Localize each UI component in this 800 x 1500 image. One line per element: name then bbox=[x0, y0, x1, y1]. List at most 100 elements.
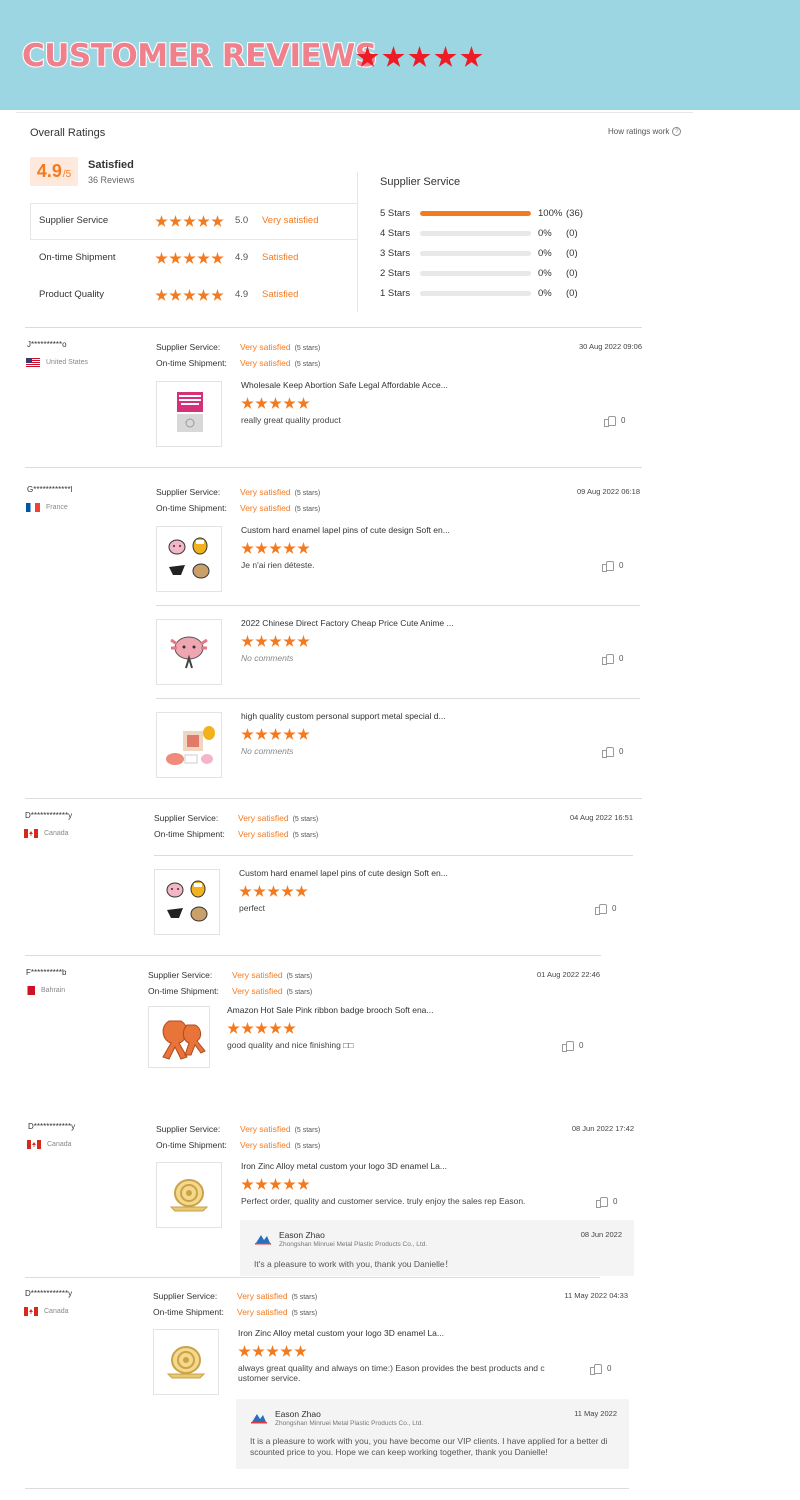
product-name-link[interactable]: Amazon Hot Sale Pink ribbon badge brooch… bbox=[227, 1005, 434, 1015]
review-comment: Je n'ai rien déteste. bbox=[241, 560, 315, 570]
reply-date: 11 May 2022 bbox=[574, 1409, 617, 1418]
star-icon bbox=[255, 542, 268, 554]
rating-stars-text: (5 stars) bbox=[294, 1143, 321, 1150]
star-rating bbox=[241, 397, 310, 410]
star-icon bbox=[183, 215, 196, 227]
distribution-row: 3 Stars 0% (0) bbox=[380, 248, 600, 260]
divider bbox=[154, 855, 633, 856]
reviewer-country: Canada bbox=[24, 1307, 69, 1316]
thumbs-up-icon[interactable] bbox=[602, 560, 614, 572]
distribution-row: 5 Stars 100% (36) bbox=[380, 208, 600, 220]
like-button[interactable]: 0 bbox=[595, 903, 617, 915]
rating-stars-text: (5 stars) bbox=[294, 1127, 321, 1134]
distribution-bar-fill bbox=[420, 211, 531, 216]
star-icon bbox=[266, 1345, 279, 1357]
like-count: 0 bbox=[607, 1363, 612, 1373]
like-button[interactable]: 0 bbox=[604, 415, 626, 427]
product-name-link[interactable]: Wholesale Keep Abortion Safe Legal Affor… bbox=[241, 380, 448, 390]
on-time-shipment-rating: On-time Shipment: Very satisfied (5 stars) bbox=[156, 358, 320, 368]
product-image[interactable] bbox=[156, 619, 222, 685]
star-icon bbox=[267, 885, 280, 897]
product-image[interactable] bbox=[156, 1162, 222, 1228]
like-button[interactable]: 0 bbox=[602, 746, 623, 758]
star-icon bbox=[241, 1022, 254, 1034]
product-image[interactable] bbox=[156, 381, 222, 447]
reviewer-name: D************y bbox=[28, 1122, 76, 1131]
star-icon bbox=[297, 635, 310, 647]
star-icon bbox=[283, 635, 296, 647]
product-image[interactable] bbox=[156, 526, 222, 592]
like-button[interactable]: 0 bbox=[602, 653, 623, 665]
product-image[interactable] bbox=[153, 1329, 219, 1395]
distribution-bar bbox=[420, 231, 531, 236]
divider bbox=[156, 698, 640, 699]
rating-key: On-time Shipment: bbox=[156, 1140, 227, 1150]
product-image[interactable] bbox=[148, 1006, 210, 1068]
thumbs-up-icon[interactable] bbox=[604, 415, 616, 427]
star-icon bbox=[283, 1178, 296, 1190]
supplier-service-rating: Supplier Service: Very satisfied (5 stars) bbox=[156, 1124, 320, 1134]
star-icon bbox=[255, 397, 268, 409]
like-count: 0 bbox=[621, 415, 626, 425]
review-date: 11 May 2022 04:33 bbox=[564, 1291, 628, 1300]
like-button[interactable]: 0 bbox=[590, 1363, 612, 1375]
distribution-row: 4 Stars 0% (0) bbox=[380, 228, 600, 240]
thumbs-up-icon[interactable] bbox=[562, 1040, 574, 1052]
product-name-link[interactable]: Custom hard enamel lapel pins of cute de… bbox=[239, 868, 448, 878]
rating-stars-text: (5 stars) bbox=[292, 816, 319, 823]
rating-key: Supplier Service: bbox=[154, 813, 219, 823]
thumbs-up-icon[interactable] bbox=[602, 746, 614, 758]
star-icon bbox=[255, 728, 268, 740]
product-name-link[interactable]: 2022 Chinese Direct Factory Cheap Price … bbox=[241, 618, 454, 628]
star-icon bbox=[155, 289, 168, 301]
like-button[interactable]: 0 bbox=[602, 560, 623, 572]
thumbs-up-icon[interactable] bbox=[595, 903, 607, 915]
supplier-service-rating: Supplier Service: Very satisfied (5 stars) bbox=[153, 1291, 317, 1301]
reply-company: Zhongshan Minruei Metal Plastic Products… bbox=[279, 1241, 428, 1248]
star-icon bbox=[382, 46, 405, 67]
reviewer-name: F**********b bbox=[26, 968, 67, 977]
thumbs-up-icon[interactable] bbox=[596, 1196, 608, 1208]
star-icon bbox=[155, 252, 168, 264]
thumbs-up-icon[interactable] bbox=[602, 653, 614, 665]
product-image[interactable] bbox=[154, 869, 220, 935]
how-ratings-work-link[interactable]: How ratings work ? bbox=[608, 127, 682, 136]
overall-score: 4.9 bbox=[36, 161, 62, 181]
like-button[interactable]: 0 bbox=[596, 1196, 617, 1208]
star-icon bbox=[241, 635, 254, 647]
star-icon bbox=[297, 1178, 310, 1190]
product-image[interactable] bbox=[156, 712, 222, 778]
reviewer-name: J**********o bbox=[27, 340, 67, 349]
flag-fr-icon bbox=[26, 503, 40, 512]
distribution-bar bbox=[420, 271, 531, 276]
star-icon bbox=[169, 289, 182, 301]
rating-status: Very satisfied bbox=[238, 829, 289, 839]
product-name-link[interactable]: Iron Zinc Alloy metal custom your logo 3… bbox=[238, 1328, 444, 1338]
distribution-bar bbox=[420, 211, 531, 216]
product-name-link[interactable]: Iron Zinc Alloy metal custom your logo 3… bbox=[241, 1161, 447, 1171]
rating-stars-text: (5 stars) bbox=[294, 506, 321, 513]
distribution-label: 5 Stars bbox=[380, 208, 411, 219]
reviewer-country: France bbox=[26, 503, 68, 512]
like-count: 0 bbox=[612, 903, 617, 913]
review-comment: really great quality product bbox=[241, 415, 341, 425]
how-ratings-work-label[interactable]: How ratings work bbox=[608, 127, 669, 136]
rating-row: Supplier Service 5.0 Very satisfied bbox=[39, 215, 349, 229]
like-button[interactable]: 0 bbox=[562, 1040, 583, 1052]
product-name-link[interactable]: Custom hard enamel lapel pins of cute de… bbox=[241, 525, 450, 535]
distribution-row: 1 Stars 0% (0) bbox=[380, 288, 600, 300]
rating-stars-text: (5 stars) bbox=[294, 361, 321, 368]
thumbs-up-icon[interactable] bbox=[590, 1363, 602, 1375]
divider bbox=[25, 467, 642, 468]
star-rating bbox=[155, 252, 224, 265]
rating-key: Supplier Service: bbox=[148, 970, 213, 980]
product-name-link[interactable]: high quality custom personal support met… bbox=[241, 711, 446, 721]
overall-score-max: /5 bbox=[62, 169, 72, 180]
supplier-reply: Eason Zhao Zhongshan Minruei Metal Plasti… bbox=[240, 1220, 634, 1276]
star-icon bbox=[356, 46, 379, 67]
distribution-bar bbox=[420, 291, 531, 296]
question-circle-icon[interactable]: ? bbox=[672, 127, 682, 136]
on-time-shipment-rating: On-time Shipment: Very satisfied (5 stars) bbox=[153, 1307, 317, 1317]
flag-bh-icon bbox=[25, 986, 35, 995]
distribution-percent: 0% bbox=[538, 248, 552, 259]
